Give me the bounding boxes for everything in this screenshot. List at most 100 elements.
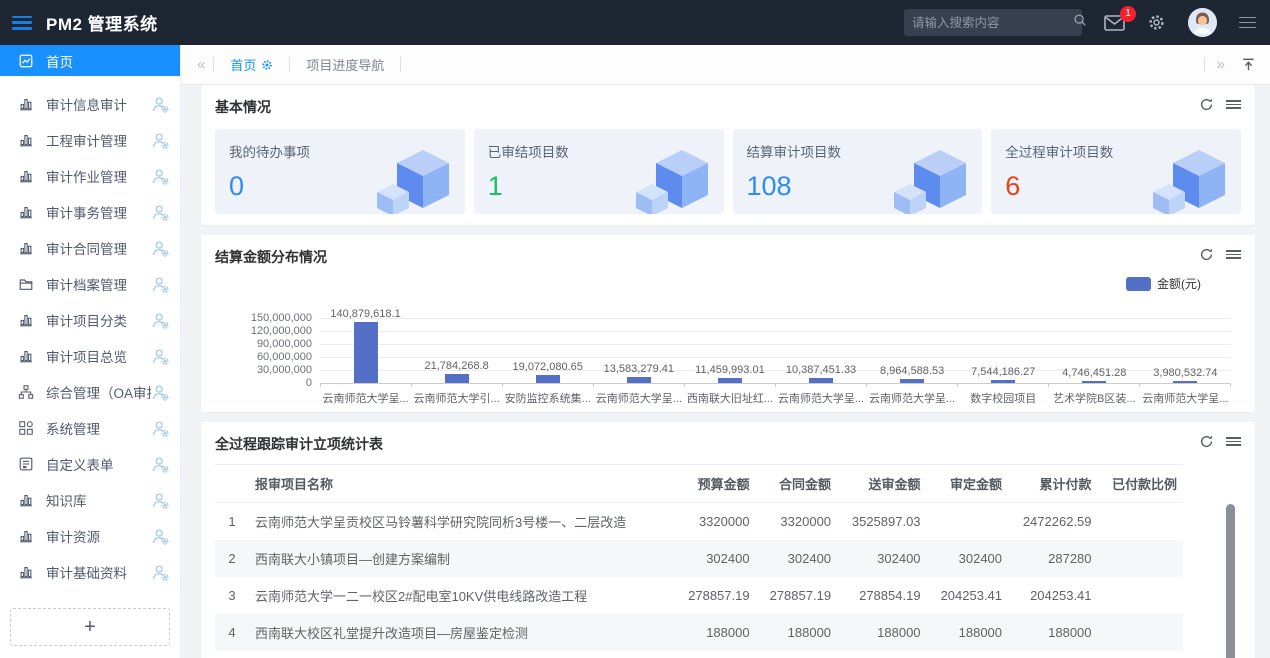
sidebar-item-14[interactable]: 审计基础资料 (0, 554, 180, 590)
user-gear-icon[interactable] (151, 131, 170, 150)
sidebar-item-5[interactable]: 审计合同管理 (0, 230, 180, 266)
audit-projects-table: 报审项目名称预算金额合同金额送审金额审定金额累计付款已付款比例 1云南师范大学呈… (215, 464, 1183, 658)
stat-card-0[interactable]: 我的待办事项0 (215, 129, 465, 214)
bar-7[interactable]: 7,544,186.27 (958, 288, 1049, 383)
user-gear-icon[interactable] (151, 95, 170, 114)
sidebar-item-label: 审计档案管理 (46, 274, 151, 294)
tabs-scroll-left-icon[interactable]: « (189, 56, 213, 73)
user-gear-icon[interactable] (151, 563, 170, 582)
user-gear-icon[interactable] (151, 311, 170, 330)
tab-gear-icon[interactable] (261, 59, 273, 71)
table-cell: 140744.17 (837, 651, 927, 658)
panel-menu-icon[interactable] (1226, 250, 1241, 259)
user-gear-icon[interactable] (151, 167, 170, 186)
bar-value-label: 4,746,451.28 (1062, 367, 1126, 379)
panel-menu-icon[interactable] (1226, 100, 1241, 109)
page-content: 基本情况 我的待办事项0已审结项目数1结算审计项目数108全过程审计项目数6 结… (181, 85, 1270, 658)
bar-value-label: 7,544,186.27 (971, 366, 1035, 378)
tab-0[interactable]: 首页 (214, 55, 289, 74)
panel-menu-icon[interactable] (1226, 437, 1241, 446)
tabs-scroll-right-icon[interactable]: » (1209, 56, 1233, 73)
sidebar-item-13[interactable]: 审计资源 (0, 518, 180, 554)
bar-9[interactable]: 3,980,532.74 (1140, 288, 1231, 383)
table-header-4: 送审金额 (837, 465, 927, 503)
user-avatar[interactable] (1188, 8, 1217, 37)
table-row[interactable]: 3云南师范大学一二一校区2#配电室10KV供电线路改造工程278857.1927… (215, 577, 1183, 614)
sidebar-item-12[interactable]: 知识库 (0, 482, 180, 518)
table-cell: 302400 (756, 540, 837, 577)
refresh-icon[interactable] (1199, 247, 1214, 262)
more-menu-icon[interactable] (1239, 17, 1256, 29)
x-axis-label: 云南师范大学呈... (867, 390, 958, 406)
table-header-2: 预算金额 (674, 465, 755, 503)
user-gear-icon[interactable] (151, 383, 170, 402)
sidebar-item-label: 审计合同管理 (46, 238, 151, 258)
table-scrollbar[interactable] (1226, 504, 1235, 658)
sidebar-item-7[interactable]: 审计项目分类 (0, 302, 180, 338)
settings-gear-icon[interactable] (1147, 13, 1166, 32)
search-icon[interactable] (1073, 13, 1087, 32)
search-input[interactable] (912, 16, 1073, 30)
user-gear-icon[interactable] (151, 239, 170, 258)
user-gear-icon[interactable] (151, 419, 170, 438)
table-cell: 302400 (927, 540, 1008, 577)
sidebar-item-8[interactable]: 审计项目总览 (0, 338, 180, 374)
sidebar-item-1[interactable]: 审计信息审计 (0, 86, 180, 122)
refresh-icon[interactable] (1199, 434, 1214, 449)
collapse-panel-icon[interactable] (1237, 57, 1260, 72)
sidebar-item-6[interactable]: 审计档案管理 (0, 266, 180, 302)
bar-value-label: 140,879,618.1 (330, 308, 400, 320)
table-cell: 124552 (927, 651, 1008, 658)
table-cell: 188000 (837, 614, 927, 651)
bar-3[interactable]: 13,583,279.41 (593, 288, 684, 383)
bar-chart: 150,000,000120,000,00090,000,00060,000,0… (215, 318, 1231, 406)
sidebar-item-9[interactable]: 综合管理（OA审批） (0, 374, 180, 410)
table-row[interactable]: 5云南师范大学呈贡校区青教公寓地下室配电系统改造工程12680012680014… (215, 651, 1183, 658)
user-gear-icon[interactable] (151, 455, 170, 474)
bar-1[interactable]: 21,784,268.8 (411, 288, 502, 383)
card-illustration (632, 146, 718, 214)
table-row[interactable]: 4西南联大校区礼堂提升改造项目—房屋鉴定检测188000188000188000… (215, 614, 1183, 651)
table-row[interactable]: 2西南联大小镇项目—创建方案编制302400302400302400302400… (215, 540, 1183, 577)
chart-panel-title: 结算金额分布情况 (215, 247, 327, 267)
table-row[interactable]: 1云南师范大学呈贡校区马铃薯科学研究院同析3号楼一、二层改造3320000332… (215, 503, 1183, 541)
bar-8[interactable]: 4,746,451.28 (1049, 288, 1140, 383)
user-gear-icon[interactable] (151, 347, 170, 366)
table-cell (927, 503, 1008, 541)
sidebar-item-3[interactable]: 审计作业管理 (0, 158, 180, 194)
search-box[interactable] (904, 9, 1082, 36)
sidebar-item-11[interactable]: 自定义表单 (0, 446, 180, 482)
bar-2[interactable]: 19,072,080.65 (502, 288, 593, 383)
sidebar-item-0[interactable]: 首页 (0, 45, 180, 76)
user-gear-icon[interactable] (151, 275, 170, 294)
stat-card-2[interactable]: 结算审计项目数108 (733, 129, 983, 214)
bar-4[interactable]: 11,459,993.01 (684, 288, 775, 383)
table-cell: 3 (215, 577, 249, 614)
add-menu-button[interactable]: + (10, 608, 170, 646)
user-gear-icon[interactable] (151, 527, 170, 546)
bar-6[interactable]: 8,964,588.53 (867, 288, 958, 383)
stat-card-1[interactable]: 已审结项目数1 (474, 129, 724, 214)
tab-1[interactable]: 项目进度导航 (290, 55, 400, 74)
table-cell (1098, 540, 1183, 577)
refresh-icon[interactable] (1199, 97, 1214, 112)
bar-5[interactable]: 10,387,451.33 (775, 288, 866, 383)
y-axis-tick: 30,000,000 (257, 364, 312, 376)
user-gear-icon[interactable] (151, 491, 170, 510)
table-cell: 3320000 (674, 503, 755, 541)
bar-0[interactable]: 140,879,618.1 (320, 288, 411, 383)
sidebar-item-label: 审计项目分类 (46, 310, 151, 330)
table-cell: 204253.41 (927, 577, 1008, 614)
table-cell (1098, 651, 1183, 658)
form-icon (18, 456, 34, 472)
mail-icon[interactable]: 1 (1104, 15, 1125, 31)
table-cell: 188000 (756, 614, 837, 651)
sidebar-item-10[interactable]: 系统管理 (0, 410, 180, 446)
sidebar-toggle-icon[interactable] (12, 16, 32, 30)
sidebar-item-2[interactable]: 工程审计管理 (0, 122, 180, 158)
sidebar-item-4[interactable]: 审计事务管理 (0, 194, 180, 230)
tab-label: 项目进度导航 (306, 55, 384, 74)
user-gear-icon[interactable] (151, 203, 170, 222)
table-header-3: 合同金额 (756, 465, 837, 503)
stat-card-3[interactable]: 全过程审计项目数6 (991, 129, 1241, 214)
